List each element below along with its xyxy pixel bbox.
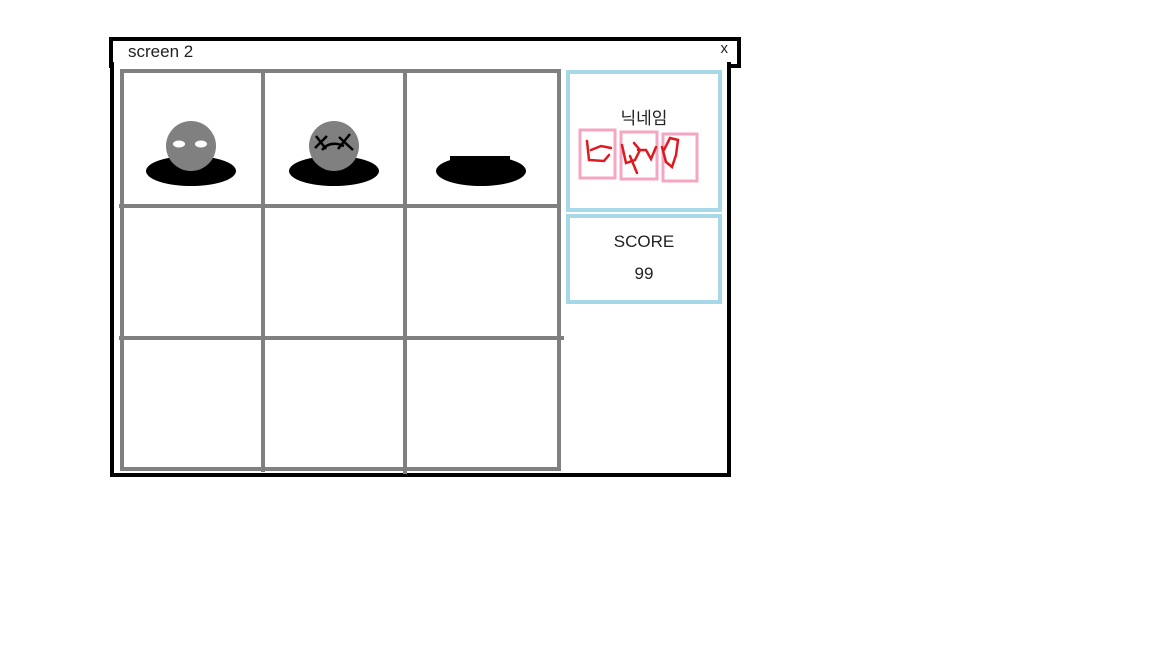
board-cell-8[interactable] xyxy=(265,340,403,467)
board-cell-5[interactable] xyxy=(265,208,403,336)
score-value: 99 xyxy=(634,264,654,283)
board-cell-9[interactable] xyxy=(407,340,557,467)
board-cell-6[interactable] xyxy=(407,208,557,336)
window-title: screen 2 xyxy=(128,42,194,61)
board-cell-4[interactable] xyxy=(124,208,261,336)
score-label: SCORE xyxy=(613,232,675,251)
board-cell-2[interactable] xyxy=(265,73,403,204)
board-cell-3[interactable] xyxy=(407,73,557,204)
nickname-label: 닉네임 xyxy=(620,109,668,128)
board-cell-1[interactable] xyxy=(124,73,261,204)
close-button[interactable]: x xyxy=(721,40,729,57)
nickname-panel: 닉네임 xyxy=(566,70,722,212)
score-panel: SCORE 99 xyxy=(566,214,722,304)
board-cell-7[interactable] xyxy=(124,340,261,467)
